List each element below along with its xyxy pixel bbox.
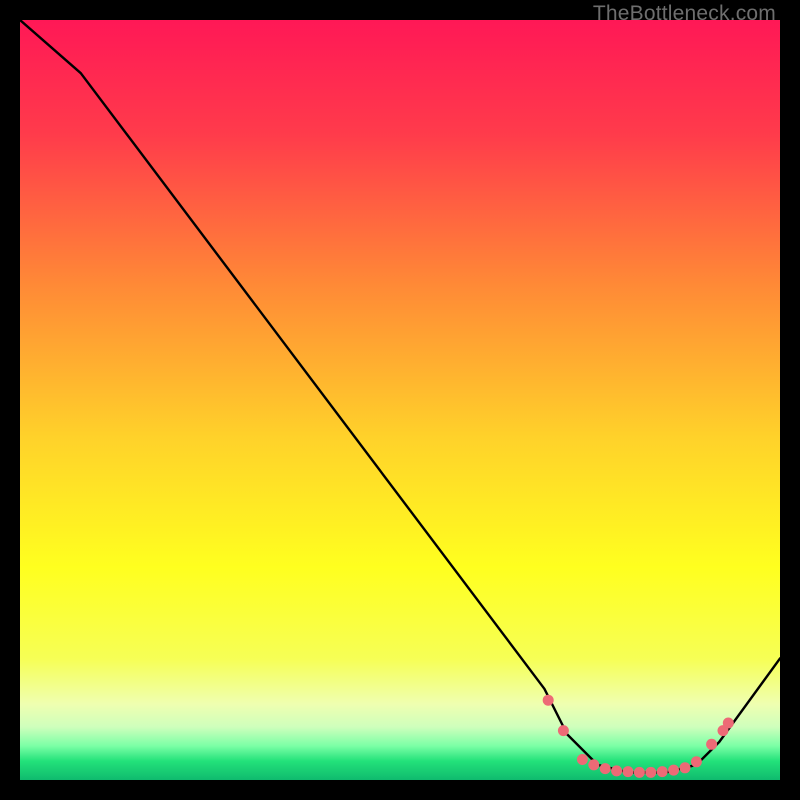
- watermark-text: TheBottleneck.com: [593, 2, 776, 26]
- data-marker: [558, 725, 569, 736]
- data-marker: [588, 759, 599, 770]
- data-marker: [600, 763, 611, 774]
- data-marker: [577, 754, 588, 765]
- data-marker: [680, 762, 691, 773]
- bottleneck-chart: [20, 20, 780, 780]
- data-marker: [668, 765, 679, 776]
- data-marker: [623, 766, 634, 777]
- data-marker: [691, 756, 702, 767]
- chart-background: [20, 20, 780, 780]
- data-marker: [723, 718, 734, 729]
- data-marker: [611, 765, 622, 776]
- data-marker: [634, 767, 645, 778]
- chart-frame: [20, 20, 780, 780]
- data-marker: [706, 739, 717, 750]
- data-marker: [543, 695, 554, 706]
- data-marker: [657, 766, 668, 777]
- data-marker: [645, 767, 656, 778]
